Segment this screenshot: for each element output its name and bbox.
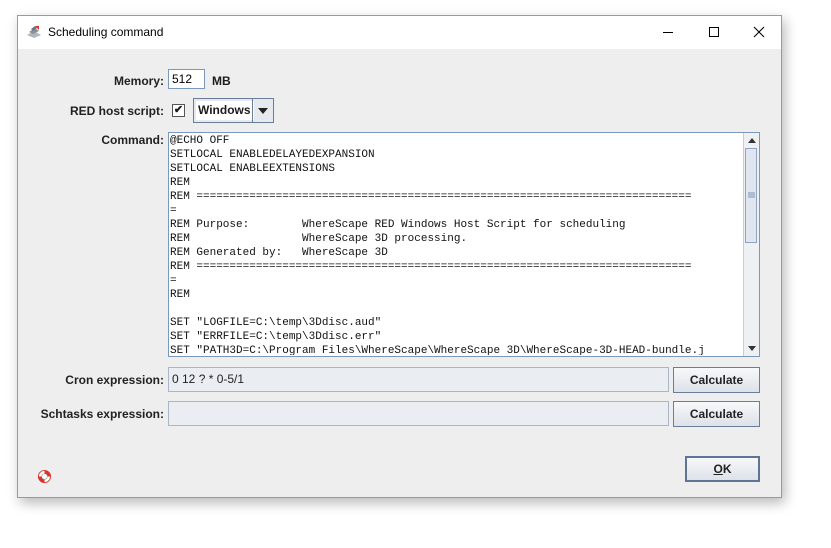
scroll-down-icon[interactable] (745, 342, 758, 355)
scrollbar-thumb[interactable] (745, 148, 757, 243)
scroll-up-icon[interactable] (745, 134, 758, 147)
command-label: Command: (101, 133, 164, 147)
scheduling-command-dialog: Scheduling command Memory: MB RED host s… (17, 15, 782, 498)
schtasks-expression-label: Schtasks expression: (40, 407, 164, 421)
ok-mnemonic: O (713, 462, 723, 476)
window-title: Scheduling command (48, 25, 164, 39)
os-select[interactable]: Windows (193, 98, 274, 123)
cron-expression-field[interactable]: 0 12 ? * 0-5/1 (168, 367, 669, 392)
memory-unit: MB (212, 74, 231, 88)
wherescape-app-icon (27, 26, 41, 38)
checkmark-icon: ✔ (173, 104, 184, 116)
maximize-button[interactable] (691, 16, 737, 48)
memory-label: Memory: (113, 74, 164, 88)
lifebuoy-help-icon[interactable] (37, 469, 52, 484)
maximize-icon (709, 27, 719, 37)
ok-button[interactable]: OK (685, 456, 760, 482)
command-scrollbar[interactable] (743, 133, 759, 356)
command-textarea[interactable]: @ECHO OFF SETLOCAL ENABLEDELAYEDEXPANSIO… (168, 132, 760, 357)
close-button[interactable] (736, 16, 782, 48)
cron-expression-label: Cron expression: (65, 373, 164, 387)
red-host-script-checkbox[interactable]: ✔ (172, 104, 185, 117)
os-select-value: Windows (196, 101, 254, 120)
red-host-script-label: RED host script: (69, 104, 164, 118)
ok-label: K (722, 462, 732, 476)
minimize-icon (663, 32, 673, 33)
cron-calculate-button[interactable]: Calculate (673, 367, 760, 393)
chevron-down-icon[interactable] (252, 99, 273, 122)
title-bar[interactable]: Scheduling command (18, 16, 781, 49)
command-text[interactable]: @ECHO OFF SETLOCAL ENABLEDELAYEDEXPANSIO… (170, 134, 744, 355)
memory-input[interactable] (168, 69, 205, 89)
close-icon (753, 26, 765, 38)
schtasks-expression-field[interactable] (168, 401, 669, 426)
schtasks-calculate-button[interactable]: Calculate (673, 401, 760, 427)
minimize-button[interactable] (645, 16, 691, 48)
